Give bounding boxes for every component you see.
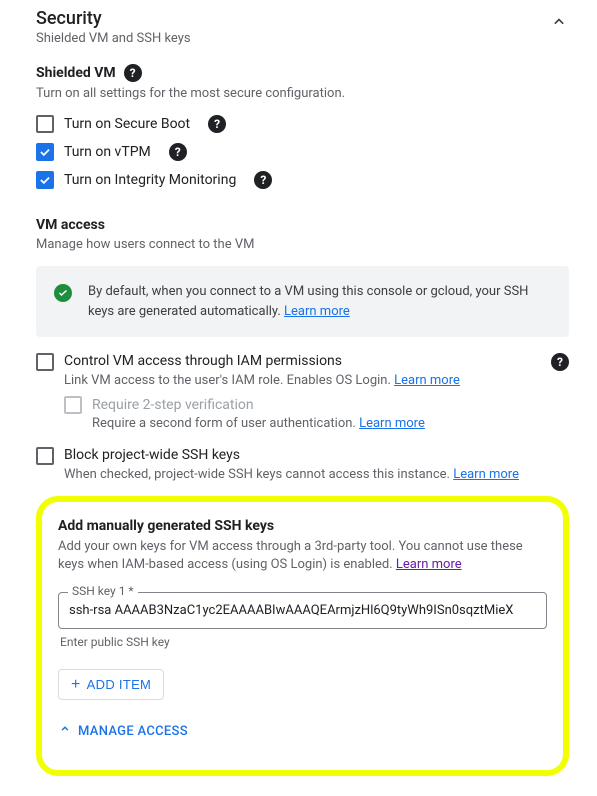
secure-boot-label: Turn on Secure Boot [64, 116, 190, 132]
help-icon[interactable]: ? [208, 115, 226, 133]
manage-access-label: MANAGE ACCESS [78, 724, 188, 739]
block-ssh-checkbox[interactable] [36, 447, 54, 465]
block-ssh-learn-more-link[interactable]: Learn more [453, 467, 519, 482]
plus-icon: + [71, 679, 81, 691]
two-step-learn-more-link[interactable]: Learn more [359, 416, 425, 431]
integrity-label: Turn on Integrity Monitoring [64, 172, 236, 188]
section-title: Security [36, 8, 191, 29]
two-step-label: Require 2-step verification [92, 397, 254, 413]
secure-boot-checkbox[interactable] [36, 115, 54, 133]
shielded-vm-heading: Shielded VM [36, 65, 116, 81]
iam-label: Control VM access through IAM permission… [64, 353, 342, 369]
info-learn-more-link[interactable]: Learn more [284, 304, 350, 319]
vtpm-label: Turn on vTPM [64, 144, 151, 160]
iam-desc: Link VM access to the user's IAM role. E… [64, 373, 394, 388]
help-icon[interactable]: ? [551, 353, 569, 371]
vtpm-checkbox[interactable] [36, 143, 54, 161]
chevron-up-icon [549, 12, 569, 32]
vm-access-hint: Manage how users connect to the VM [36, 237, 569, 252]
iam-checkbox[interactable] [36, 353, 54, 371]
ssh-field-hint: Enter public SSH key [60, 635, 547, 649]
ssh-field-label: SSH key 1 * [68, 584, 138, 598]
help-icon[interactable]: ? [124, 64, 142, 82]
block-ssh-label: Block project-wide SSH keys [64, 447, 240, 463]
help-icon[interactable]: ? [169, 143, 187, 161]
security-section-header[interactable]: Security Shielded VM and SSH keys [36, 8, 569, 46]
check-circle-icon [54, 284, 72, 302]
ssh-learn-more-link[interactable]: Learn more [396, 557, 462, 572]
shielded-hint: Turn on all settings for the most secure… [36, 86, 569, 101]
add-item-label: ADD ITEM [87, 677, 152, 692]
two-step-checkbox [64, 396, 82, 414]
vm-access-heading: VM access [36, 217, 569, 233]
ssh-heading: Add manually generated SSH keys [58, 518, 547, 534]
iam-learn-more-link[interactable]: Learn more [394, 373, 460, 388]
chevron-up-icon [58, 722, 72, 740]
section-subtitle: Shielded VM and SSH keys [36, 31, 191, 46]
block-ssh-desc: When checked, project-wide SSH keys cann… [64, 467, 453, 482]
add-item-button[interactable]: + ADD ITEM [58, 669, 164, 700]
help-icon[interactable]: ? [254, 171, 272, 189]
info-box: By default, when you connect to a VM usi… [36, 266, 569, 337]
ssh-highlight-region: Add manually generated SSH keys Add your… [36, 496, 569, 776]
manage-access-button[interactable]: MANAGE ACCESS [58, 722, 547, 740]
integrity-checkbox[interactable] [36, 171, 54, 189]
two-step-desc: Require a second form of user authentica… [92, 416, 359, 431]
